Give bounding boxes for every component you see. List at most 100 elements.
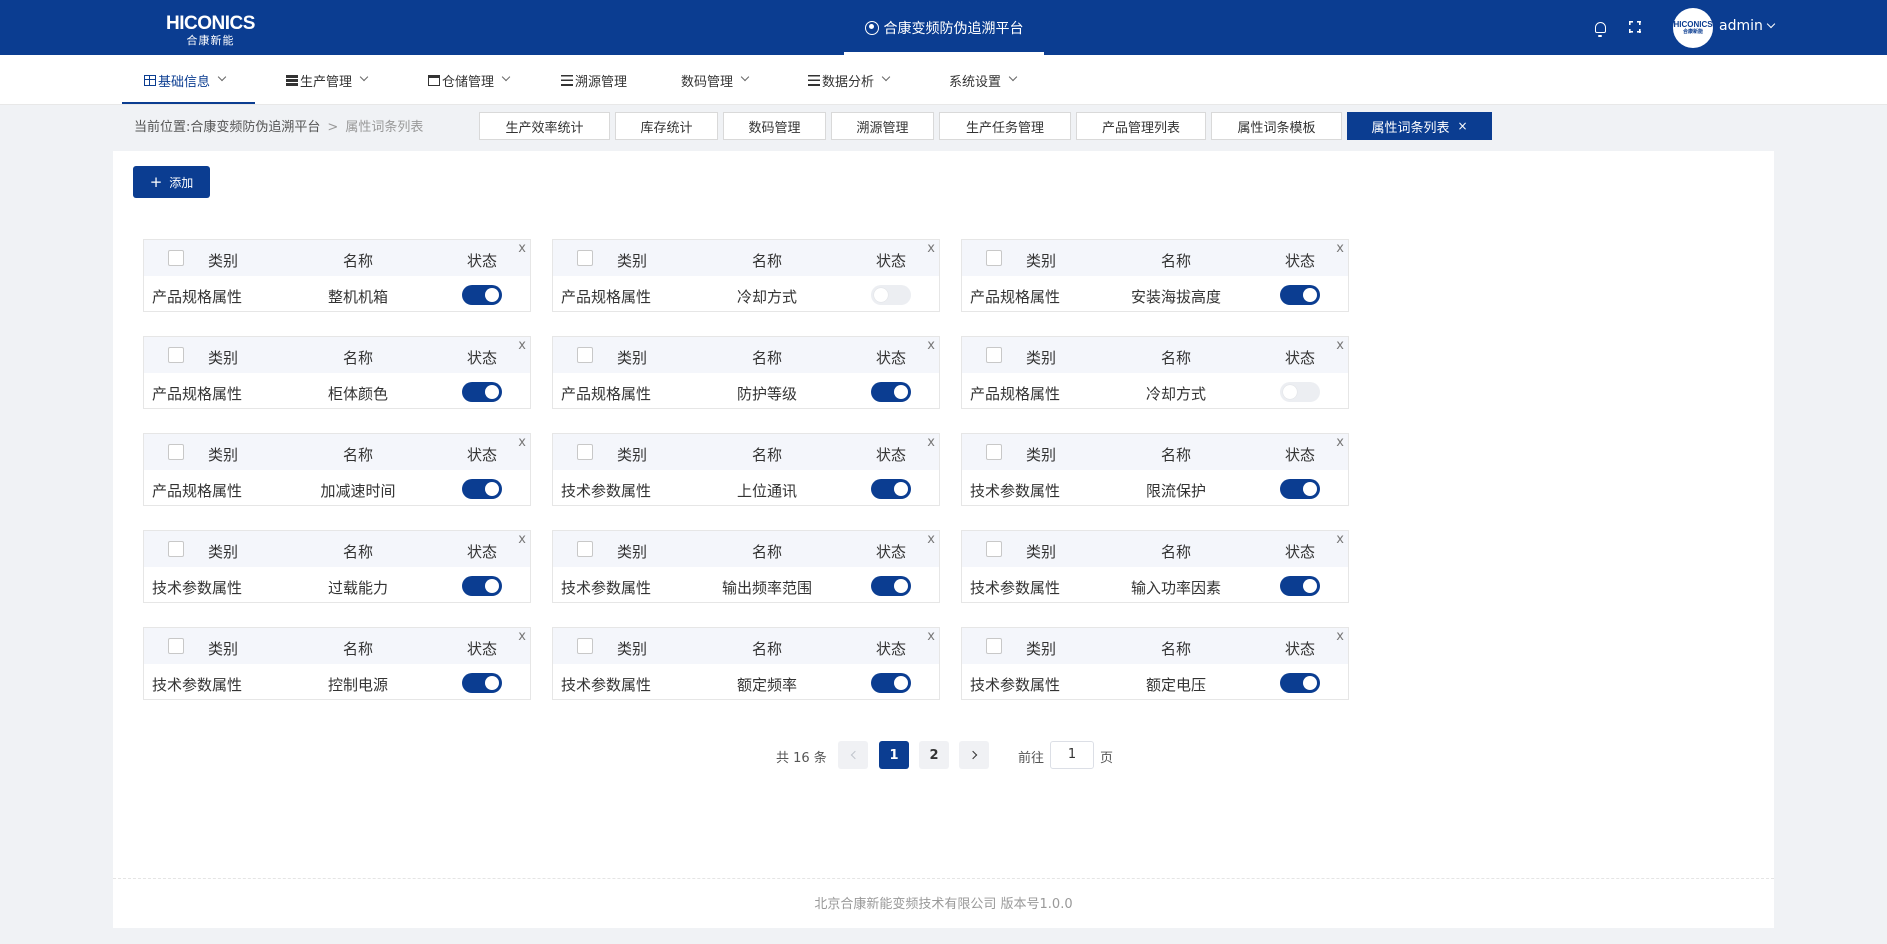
close-icon[interactable]: x bbox=[927, 338, 935, 353]
card-checkbox[interactable] bbox=[168, 444, 184, 460]
status-toggle[interactable] bbox=[462, 285, 502, 305]
nav-production[interactable]: 生产管理 bbox=[286, 55, 369, 105]
status-toggle[interactable] bbox=[462, 576, 502, 596]
prev-page-button[interactable] bbox=[838, 741, 868, 769]
nav-code-management[interactable]: 数码管理 bbox=[681, 55, 750, 105]
avatar[interactable]: HICONICS 合康新能 bbox=[1673, 8, 1713, 48]
archive-icon bbox=[428, 74, 440, 86]
card-checkbox[interactable] bbox=[577, 541, 593, 557]
close-icon[interactable]: x bbox=[1336, 435, 1344, 450]
attribute-card: 类别 名称 状态 x 产品规格属性 柜体颜色 bbox=[143, 336, 531, 409]
card-name: 冷却方式 bbox=[1145, 385, 1206, 403]
status-toggle[interactable] bbox=[462, 479, 502, 499]
main-nav: 基础信息 生产管理 仓储管理 溯源管理 数码管理 数据分析 系统设置 bbox=[0, 55, 1887, 105]
grid-icon bbox=[144, 74, 156, 86]
hiconics-logo[interactable]: HICONICS 合康新能 bbox=[166, 14, 255, 46]
close-icon[interactable]: x bbox=[518, 435, 526, 450]
status-toggle[interactable] bbox=[1280, 673, 1320, 693]
close-icon[interactable]: × bbox=[1457, 119, 1467, 133]
card-header: 类别 名称 状态 x bbox=[553, 434, 939, 470]
card-checkbox[interactable] bbox=[577, 347, 593, 363]
chevron-down-icon bbox=[359, 72, 369, 82]
add-button[interactable]: + 添加 bbox=[133, 166, 210, 198]
status-toggle[interactable] bbox=[871, 479, 911, 499]
tab-production-tasks[interactable]: 生产任务管理 bbox=[939, 112, 1071, 140]
status-toggle[interactable] bbox=[462, 382, 502, 402]
page-1-button[interactable]: 1 bbox=[879, 741, 909, 769]
chevron-left-icon bbox=[850, 750, 859, 760]
status-toggle[interactable] bbox=[871, 285, 911, 305]
close-icon[interactable]: x bbox=[518, 338, 526, 353]
platform-title-tab[interactable]: 合康变频防伪追溯平台 bbox=[844, 0, 1044, 55]
card-checkbox[interactable] bbox=[986, 638, 1002, 654]
attribute-card: 类别 名称 状态 x 技术参数属性 额定频率 bbox=[552, 627, 940, 700]
breadcrumb-home[interactable]: 合康变频防伪追溯平台 bbox=[190, 120, 320, 135]
tab-traceability[interactable]: 溯源管理 bbox=[831, 112, 934, 140]
tab-code-management[interactable]: 数码管理 bbox=[723, 112, 826, 140]
header-category: 类别 bbox=[616, 252, 647, 270]
page-2-button[interactable]: 2 bbox=[919, 741, 949, 769]
close-icon[interactable]: x bbox=[1336, 241, 1344, 256]
breadcrumb-current: 属性词条列表 bbox=[345, 120, 424, 135]
card-category: 技术参数属性 bbox=[970, 579, 1061, 597]
close-icon[interactable]: x bbox=[927, 629, 935, 644]
tab-attribute-template[interactable]: 属性词条模板 bbox=[1211, 112, 1342, 140]
nav-traceability[interactable]: 溯源管理 bbox=[561, 55, 627, 105]
status-toggle[interactable] bbox=[871, 673, 911, 693]
tab-inventory-stats[interactable]: 库存统计 bbox=[615, 112, 718, 140]
nav-system-settings[interactable]: 系统设置 bbox=[949, 55, 1018, 105]
user-menu[interactable]: admin bbox=[1719, 18, 1776, 34]
tab-attribute-list[interactable]: 属性词条列表 × bbox=[1347, 112, 1492, 140]
close-icon[interactable]: x bbox=[1336, 338, 1344, 353]
active-nav-underline bbox=[122, 102, 255, 104]
card-header: 类别 名称 状态 x bbox=[553, 628, 939, 664]
card-name: 加减速时间 bbox=[320, 482, 396, 500]
header-category: 类别 bbox=[207, 252, 238, 270]
status-toggle[interactable] bbox=[871, 382, 911, 402]
card-checkbox[interactable] bbox=[168, 250, 184, 266]
goto-page-input[interactable]: 1 bbox=[1050, 741, 1094, 769]
status-toggle[interactable] bbox=[1280, 576, 1320, 596]
card-checkbox[interactable] bbox=[986, 250, 1002, 266]
close-icon[interactable]: x bbox=[927, 532, 935, 547]
nav-data-analysis[interactable]: 数据分析 bbox=[808, 55, 891, 105]
attribute-card: 类别 名称 状态 x 产品规格属性 加减速时间 bbox=[143, 433, 531, 506]
fullscreen-icon[interactable] bbox=[1626, 18, 1644, 36]
close-icon[interactable]: x bbox=[1336, 532, 1344, 547]
status-toggle[interactable] bbox=[462, 673, 502, 693]
card-checkbox[interactable] bbox=[986, 347, 1002, 363]
chevron-down-icon bbox=[881, 72, 891, 82]
status-toggle[interactable] bbox=[871, 576, 911, 596]
status-toggle[interactable] bbox=[1280, 479, 1320, 499]
card-checkbox[interactable] bbox=[986, 444, 1002, 460]
card-checkbox[interactable] bbox=[168, 347, 184, 363]
status-toggle[interactable] bbox=[1280, 285, 1320, 305]
card-category: 产品规格属性 bbox=[561, 288, 652, 306]
card-name: 限流保护 bbox=[1145, 482, 1206, 500]
header-category: 类别 bbox=[616, 349, 647, 367]
close-icon[interactable]: x bbox=[518, 629, 526, 644]
bell-icon[interactable] bbox=[1591, 18, 1609, 37]
nav-warehouse[interactable]: 仓储管理 bbox=[428, 55, 511, 105]
header-name: 名称 bbox=[1160, 446, 1191, 464]
card-checkbox[interactable] bbox=[577, 444, 593, 460]
header-name: 名称 bbox=[342, 252, 373, 270]
card-name: 输出频率范围 bbox=[721, 579, 812, 597]
close-icon[interactable]: x bbox=[1336, 629, 1344, 644]
status-toggle[interactable] bbox=[1280, 382, 1320, 402]
card-checkbox[interactable] bbox=[168, 541, 184, 557]
tab-production-efficiency[interactable]: 生产效率统计 bbox=[479, 112, 610, 140]
card-category: 产品规格属性 bbox=[152, 385, 243, 403]
close-icon[interactable]: x bbox=[927, 435, 935, 450]
card-checkbox[interactable] bbox=[168, 638, 184, 654]
next-page-button[interactable] bbox=[959, 741, 989, 769]
close-icon[interactable]: x bbox=[518, 532, 526, 547]
nav-basic-info[interactable]: 基础信息 bbox=[144, 55, 227, 105]
close-icon[interactable]: x bbox=[518, 241, 526, 256]
card-checkbox[interactable] bbox=[986, 541, 1002, 557]
close-icon[interactable]: x bbox=[927, 241, 935, 256]
tab-product-list[interactable]: 产品管理列表 bbox=[1076, 112, 1206, 140]
card-checkbox[interactable] bbox=[577, 638, 593, 654]
card-name: 冷却方式 bbox=[736, 288, 797, 306]
card-checkbox[interactable] bbox=[577, 250, 593, 266]
